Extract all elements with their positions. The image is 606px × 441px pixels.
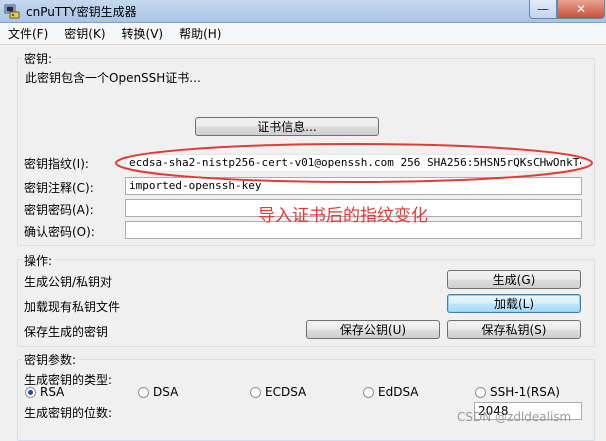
minimize-button[interactable]: — [529,0,557,19]
radio-rsa[interactable] [25,387,36,398]
fingerprint-label: 密钥指纹(I): [24,157,89,171]
actions-group-title: 操作: [22,252,55,269]
key-type-label: 生成密钥的类型: [24,373,113,387]
generate-label: 生成公钥/私钥对 [24,275,113,289]
radio-eddsa[interactable] [363,387,374,398]
minimize-icon: — [537,2,549,16]
radio-rsa-label: RSA [40,385,65,399]
confirm-passphrase-label: 确认密码(O): [24,225,95,239]
params-group-title: 密钥参数: [22,351,79,368]
window-title: cnPuTTY密钥生成器 [26,5,137,19]
save-private-key-button-label: 保存私钥(S) [481,323,547,337]
key-group-title: 密钥: [22,50,55,67]
radio-dsa[interactable] [138,387,149,398]
radio-ecdsa-label: ECDSA [265,385,307,399]
generate-button[interactable]: 生成(G) [447,270,581,289]
radio-ecdsa[interactable] [250,387,261,398]
menu-key[interactable]: 密钥(K) [56,25,113,42]
key-info-text: 此密钥包含一个OpenSSH证书... [25,71,201,85]
menu-bar: 文件(F) 密钥(K) 转换(V) 帮助(H) [0,23,606,45]
save-private-key-button[interactable]: 保存私钥(S) [447,320,581,339]
radio-ssh1-rsa[interactable] [475,387,486,398]
annotation-text: 导入证书后的指纹变化 [258,206,428,226]
passphrase-label: 密钥密码(A): [24,203,94,217]
save-label: 保存生成的密钥 [24,325,109,339]
generate-button-label: 生成(G) [492,273,536,287]
load-label: 加载现有私钥文件 [24,300,121,314]
certificate-info-button-label: 证书信息... [257,120,317,134]
close-button[interactable]: ✕ [557,0,605,19]
radio-dsa-label: DSA [153,385,179,399]
menu-convert[interactable]: 转换(V) [114,25,172,42]
radio-ssh1-rsa-label: SSH-1(RSA) [490,385,560,399]
load-button[interactable]: 加载(L) [447,294,581,313]
certificate-info-button[interactable]: 证书信息... [195,117,379,136]
putty-app-icon [4,4,20,19]
comment-label: 密钥注释(C): [24,181,94,195]
radio-eddsa-label: EdDSA [378,385,419,399]
close-icon: ✕ [575,2,587,16]
annotation-ellipse [115,143,593,183]
load-button-label: 加载(L) [493,297,535,311]
csdn-watermark: CSDN @zdldealism [457,410,572,424]
key-bits-label: 生成密钥的位数: [24,406,113,420]
menu-help[interactable]: 帮助(H) [171,25,229,42]
save-public-key-button-label: 保存公钥(U) [339,323,407,337]
save-public-key-button[interactable]: 保存公钥(U) [306,320,440,339]
menu-file[interactable]: 文件(F) [0,25,56,42]
